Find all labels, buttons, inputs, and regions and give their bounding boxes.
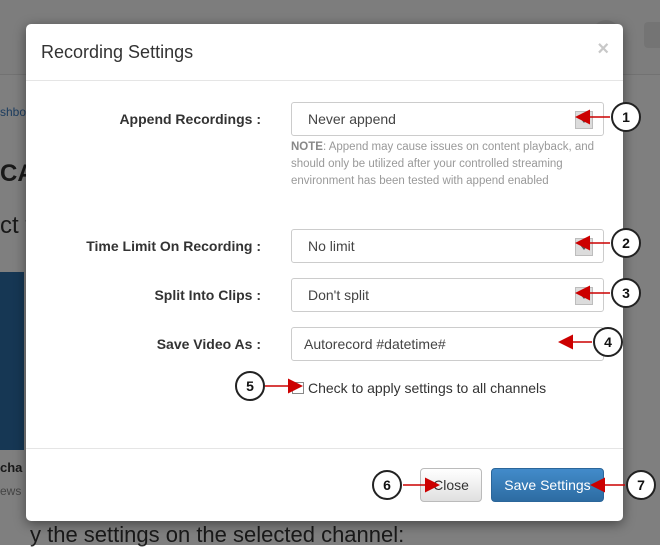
- callout-6: 6: [372, 470, 402, 500]
- modal-header: Recording Settings ×: [26, 24, 623, 81]
- modal-title: Recording Settings: [41, 42, 194, 62]
- time-limit-select[interactable]: No limit: [291, 229, 604, 263]
- note-prefix: NOTE: [291, 141, 323, 153]
- save-settings-button[interactable]: Save Settings: [491, 468, 604, 502]
- split-into-clips-value: Don't split: [308, 287, 370, 303]
- save-video-as-label: Save Video As :: [156, 336, 261, 352]
- append-note: NOTE: Append may cause issues on content…: [291, 139, 601, 190]
- apply-all-checkbox[interactable]: [292, 382, 304, 394]
- append-recordings-select[interactable]: Never append: [291, 102, 604, 136]
- append-recordings-label: Append Recordings :: [119, 111, 261, 127]
- close-button[interactable]: Close: [420, 468, 482, 502]
- save-video-as-input[interactable]: [291, 327, 604, 361]
- append-recordings-value: Never append: [308, 111, 396, 127]
- time-limit-value: No limit: [308, 238, 355, 254]
- apply-all-label[interactable]: Check to apply settings to all channels: [308, 380, 546, 396]
- chevron-down-icon[interactable]: [575, 287, 593, 305]
- chevron-down-icon[interactable]: [575, 111, 593, 129]
- modal-footer-divider: [26, 448, 623, 449]
- callout-7: 7: [626, 470, 656, 500]
- chevron-down-icon[interactable]: [575, 238, 593, 256]
- recording-settings-modal: Recording Settings × Append Recordings :…: [26, 24, 623, 521]
- split-into-clips-select[interactable]: Don't split: [291, 278, 604, 312]
- close-icon[interactable]: ×: [597, 38, 609, 61]
- split-into-clips-label: Split Into Clips :: [154, 287, 261, 303]
- apply-all-row: Check to apply settings to all channels: [292, 380, 546, 396]
- callout-4: 4: [593, 327, 623, 357]
- callout-3: 3: [611, 278, 641, 308]
- note-text: : Append may cause issues on content pla…: [291, 141, 595, 187]
- time-limit-label: Time Limit On Recording :: [86, 238, 261, 254]
- callout-2: 2: [611, 228, 641, 258]
- callout-1: 1: [611, 102, 641, 132]
- callout-5: 5: [235, 371, 265, 401]
